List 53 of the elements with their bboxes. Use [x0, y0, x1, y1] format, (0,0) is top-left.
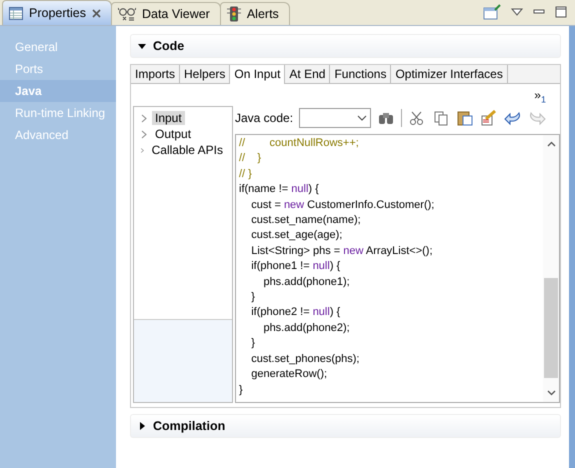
- scrollbar-thumb[interactable]: [544, 278, 558, 378]
- glasses-icon: [118, 7, 136, 21]
- close-icon[interactable]: [92, 8, 101, 18]
- tree-item[interactable]: Output: [152, 127, 194, 141]
- section-title: Compilation: [153, 419, 226, 433]
- tree-item[interactable]: Input: [152, 111, 185, 125]
- table-icon: [9, 6, 23, 20]
- scroll-down-icon[interactable]: [546, 390, 556, 396]
- code-line: }: [250, 336, 256, 352]
- code-line: }: [250, 290, 256, 306]
- maximize-icon[interactable]: [555, 6, 567, 18]
- code-line: }: [239, 382, 244, 398]
- view-tab[interactable]: Properties: [2, 0, 112, 25]
- code-line: generateRow();: [250, 367, 328, 382]
- paste-icon[interactable]: [456, 110, 474, 126]
- collapsed-triangle-icon[interactable]: [137, 421, 147, 431]
- undo-arrow-icon[interactable]: [504, 110, 522, 126]
- tab-label: Data Viewer: [142, 7, 210, 21]
- expanded-triangle-icon[interactable]: [137, 41, 147, 51]
- brush-icon[interactable]: [480, 110, 498, 126]
- code-tab[interactable]: On Input: [230, 65, 286, 84]
- section-title: Code: [153, 39, 184, 53]
- traffic-light-icon: [226, 6, 241, 22]
- java-code-label: Java code:: [235, 111, 294, 125]
- code-line: if(phone2 != null) {: [250, 305, 342, 320]
- code-line: cust.set_phones(phs);: [250, 352, 360, 367]
- code-line: List<String> phs = new ArrayList<>();: [250, 244, 434, 259]
- section-header[interactable]: Code: [130, 34, 561, 58]
- code-line: if(phone1 != null) {: [250, 259, 342, 274]
- code-line: cust = new CustomerInfo.Customer();: [250, 198, 436, 213]
- copy-icon[interactable]: [432, 110, 450, 126]
- java-code-combo[interactable]: [299, 108, 372, 128]
- view-tab[interactable]: Alerts: [220, 2, 290, 25]
- code-editor[interactable]: [235, 134, 560, 403]
- tab-label: Alerts: [246, 7, 279, 21]
- tab-label: Properties: [29, 6, 86, 20]
- new-window-pin-icon[interactable]: [483, 4, 501, 20]
- scroll-up-icon[interactable]: [546, 141, 556, 147]
- minimize-icon[interactable]: [533, 8, 545, 16]
- code-line: // }: [239, 151, 262, 166]
- tree-item[interactable]: Callable APIs: [148, 143, 226, 157]
- section-header[interactable]: Compilation: [130, 414, 561, 438]
- caret-icon: [357, 115, 368, 121]
- code-line: cust.set_name(name);: [250, 213, 362, 228]
- code-line: phs.add(phone1);: [262, 274, 351, 290]
- code-line: phs.add(phone2);: [262, 320, 351, 336]
- overflow-indicator[interactable]: »$_{1}$: [534, 84, 560, 106]
- code-line: cust.set_age(age);: [250, 228, 344, 244]
- dropdown-triangle-icon[interactable]: [511, 8, 523, 16]
- code-line: // }: [239, 166, 253, 182]
- code-line: // countNullRows++;: [239, 136, 360, 151]
- binoculars-icon[interactable]: [377, 110, 396, 126]
- code-line: if(name != null) {: [239, 182, 320, 198]
